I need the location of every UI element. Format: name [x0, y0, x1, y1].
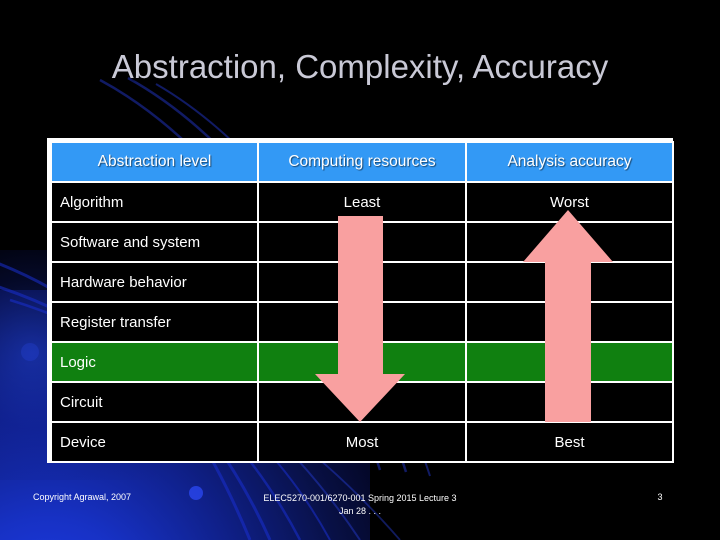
slide: Abstraction, Complexity, Accuracy Abstra…: [0, 0, 720, 540]
cell-analysis-accuracy: [465, 341, 674, 383]
cell-abstraction-level: Register transfer: [50, 301, 259, 343]
cell-computing-resources: Most: [257, 421, 467, 463]
cell-computing-resources: Least: [257, 181, 467, 223]
cell-abstraction-level: Device: [50, 421, 259, 463]
footer-course-info: ELEC5270-001/6270-001 Spring 2015 Lectur…: [180, 492, 540, 518]
footer-course-line-2: Jan 28 . . .: [338, 506, 382, 516]
cell-analysis-accuracy: [465, 261, 674, 303]
cell-analysis-accuracy: [465, 221, 674, 263]
table-row: Device Most Best: [50, 421, 674, 463]
table-row: Circuit: [50, 381, 674, 423]
table-row: Hardware behavior: [50, 261, 674, 303]
footer-copyright: Copyright Agrawal, 2007: [33, 492, 132, 502]
cell-analysis-accuracy: Worst: [465, 181, 674, 223]
footer-course-line-1: ELEC5270-001/6270-001 Spring 2015 Lectur…: [263, 493, 457, 503]
table-row: Software and system: [50, 221, 674, 263]
cell-abstraction-level: Algorithm: [50, 181, 259, 223]
cell-abstraction-level: Logic: [50, 341, 259, 383]
cell-computing-resources: [257, 221, 467, 263]
cell-computing-resources: [257, 381, 467, 423]
table-row: Algorithm Least Worst: [50, 181, 674, 223]
cell-computing-resources: [257, 341, 467, 383]
cell-abstraction-level: Hardware behavior: [50, 261, 259, 303]
cell-abstraction-level: Software and system: [50, 221, 259, 263]
cell-computing-resources: [257, 261, 467, 303]
slide-title: Abstraction, Complexity, Accuracy: [111, 48, 609, 85]
cell-abstraction-level: Circuit: [50, 381, 259, 423]
table-row-highlighted: Logic: [50, 341, 674, 383]
cell-analysis-accuracy: [465, 301, 674, 343]
table-row: Register transfer: [50, 301, 674, 343]
column-header-computing-resources: Computing resources: [257, 141, 467, 183]
footer-page-number: 3: [657, 492, 663, 502]
cell-analysis-accuracy: [465, 381, 674, 423]
table-header-row: Abstraction level Computing resources An…: [50, 141, 674, 183]
column-header-abstraction-level: Abstraction level: [50, 141, 259, 183]
cell-analysis-accuracy: Best: [465, 421, 674, 463]
abstraction-table: Abstraction level Computing resources An…: [47, 138, 674, 463]
cell-computing-resources: [257, 301, 467, 343]
column-header-analysis-accuracy: Analysis accuracy: [465, 141, 674, 183]
